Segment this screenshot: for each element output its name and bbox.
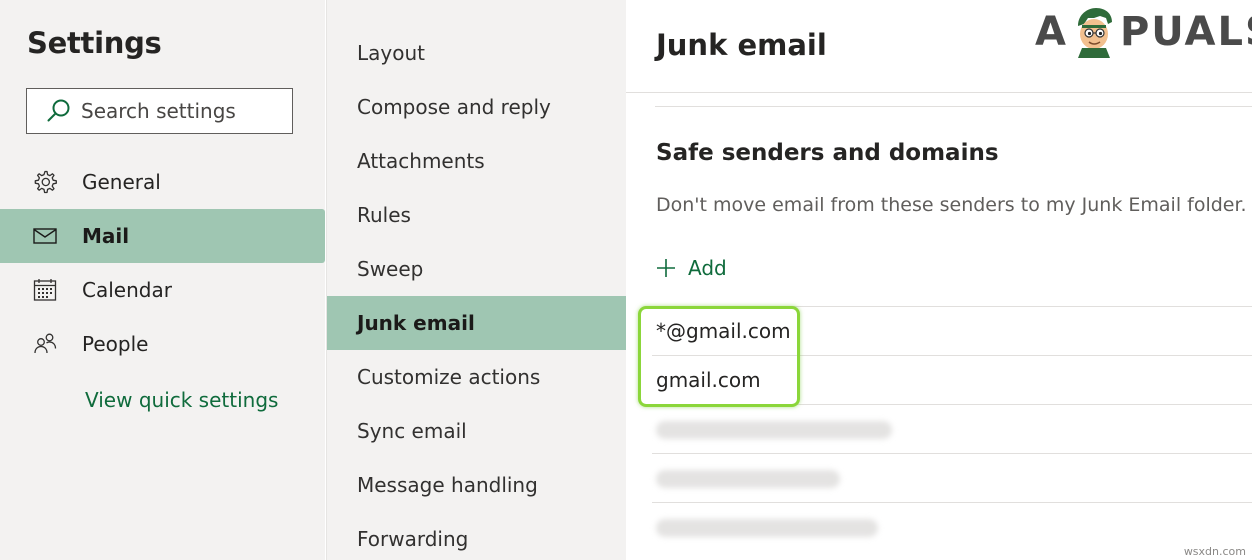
redacted-sender [656, 421, 892, 439]
plus-icon [657, 259, 675, 277]
mail-icon [33, 228, 57, 244]
header-divider [626, 92, 1252, 93]
nav-item-calendar[interactable]: Calendar [0, 263, 325, 317]
menu-item-sync-email[interactable]: Sync email [327, 404, 626, 458]
menu-item-label: Junk email [357, 311, 475, 335]
safe-sender-row-redacted[interactable] [652, 404, 1252, 453]
search-settings-box[interactable] [26, 88, 293, 134]
logo-text-left: A [1035, 9, 1068, 55]
menu-item-compose-and-reply[interactable]: Compose and reply [327, 80, 626, 134]
menu-item-attachments[interactable]: Attachments [327, 134, 626, 188]
mascot-icon [1077, 8, 1112, 58]
watermark: wsxdn.com [1183, 545, 1246, 558]
nav-item-mail[interactable]: Mail [0, 209, 325, 263]
menu-item-rules[interactable]: Rules [327, 188, 626, 242]
menu-item-forwarding[interactable]: Forwarding [327, 512, 626, 560]
page-title: Junk email [656, 28, 827, 62]
search-settings-input[interactable] [81, 99, 281, 123]
safe-sender-row-redacted[interactable] [652, 502, 1252, 551]
nav-item-people[interactable]: People [0, 317, 325, 371]
section-divider [655, 106, 1252, 107]
people-icon [34, 333, 57, 354]
menu-item-label: Sync email [357, 419, 467, 443]
view-quick-settings-link[interactable]: View quick settings [85, 388, 278, 412]
section-description: Don't move email from these senders to m… [656, 194, 1247, 216]
nav-item-label: Mail [82, 224, 130, 248]
settings-window: Settings General Mail [0, 0, 1252, 560]
mail-settings-menu: Layout Compose and reply Attachments Rul… [326, 0, 626, 560]
nav-item-general[interactable]: General [0, 155, 325, 209]
menu-item-label: Attachments [357, 149, 485, 173]
redacted-sender [656, 519, 878, 537]
menu-item-label: Sweep [357, 257, 424, 281]
menu-item-label: Layout [357, 41, 425, 65]
menu-item-junk-email[interactable]: Junk email [327, 296, 626, 350]
menu-item-sweep[interactable]: Sweep [327, 242, 626, 296]
logo-text-right: PUALS [1119, 9, 1252, 55]
menu-item-label: Forwarding [357, 527, 469, 551]
redacted-sender [656, 470, 840, 488]
nav-item-label: Calendar [82, 278, 172, 302]
appuals-logo: A PUALS [1035, 6, 1252, 58]
menu-item-label: Compose and reply [357, 95, 551, 119]
section-title: Safe senders and domains [656, 140, 999, 166]
menu-item-label: Customize actions [357, 365, 541, 389]
add-safe-sender-button[interactable]: Add [656, 256, 727, 280]
menu-item-layout[interactable]: Layout [327, 26, 626, 80]
calendar-icon [33, 279, 57, 301]
menu-item-message-handling[interactable]: Message handling [327, 458, 626, 512]
highlight-annotation [638, 306, 800, 407]
settings-title: Settings [27, 26, 162, 60]
add-label: Add [688, 256, 727, 280]
nav-item-label: People [82, 332, 149, 356]
menu-item-customize-actions[interactable]: Customize actions [327, 350, 626, 404]
menu-item-label: Rules [357, 203, 411, 227]
search-icon [47, 99, 70, 122]
settings-sidebar: Settings General Mail [0, 0, 325, 560]
gear-icon [34, 170, 57, 194]
junk-email-panel: Junk email Safe senders and domains Don'… [626, 0, 1252, 560]
safe-sender-row-redacted[interactable] [652, 453, 1252, 502]
nav-item-label: General [82, 170, 161, 194]
menu-item-label: Message handling [357, 473, 538, 497]
